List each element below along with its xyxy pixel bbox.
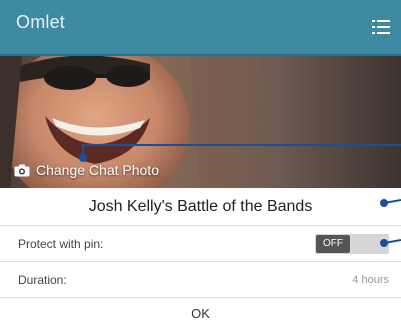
- ok-button[interactable]: OK: [0, 298, 401, 329]
- duration-value: 4 hours: [352, 273, 389, 286]
- menu-list-icon[interactable]: [371, 18, 391, 36]
- duration-row[interactable]: Duration: 4 hours: [0, 262, 401, 298]
- camera-icon: [14, 164, 30, 177]
- change-chat-photo-label: Change Chat Photo: [36, 162, 159, 178]
- app-title: Omlet: [16, 12, 66, 32]
- chat-name-field[interactable]: Josh Kelly's Battle of the Bands: [0, 188, 401, 226]
- protect-with-pin-row: Protect with pin: OFF: [0, 226, 401, 262]
- change-chat-photo-button[interactable]: Change Chat Photo: [14, 162, 159, 178]
- app-bar: Omlet: [0, 0, 401, 56]
- duration-label: Duration:: [18, 272, 67, 287]
- protect-with-pin-label: Protect with pin:: [18, 236, 104, 251]
- pin-toggle-state: OFF: [316, 234, 350, 253]
- pin-toggle[interactable]: OFF: [315, 233, 389, 254]
